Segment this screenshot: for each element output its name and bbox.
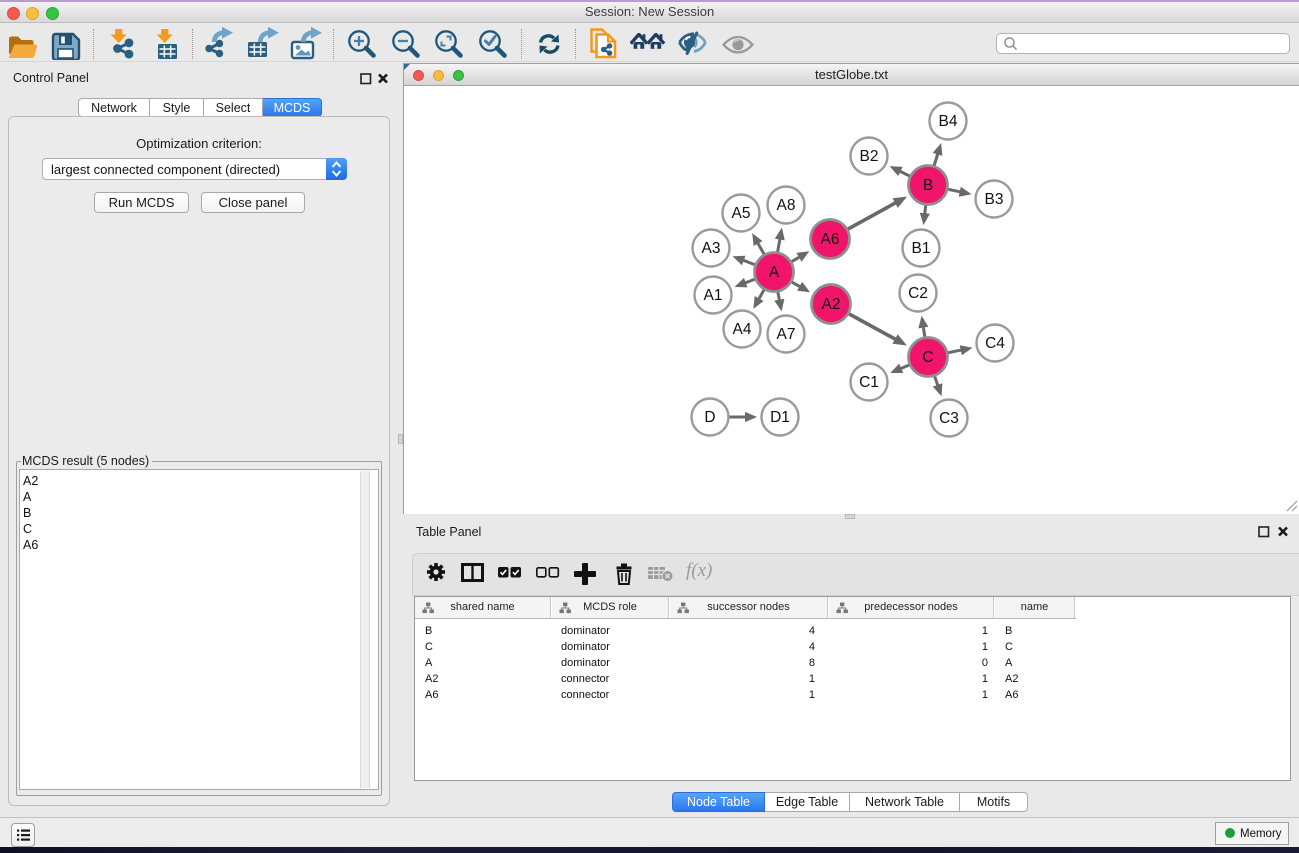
svg-text:C2: C2 [908, 285, 928, 302]
svg-text:A2: A2 [822, 296, 841, 313]
svg-text:D1: D1 [770, 409, 790, 426]
svg-text:C4: C4 [985, 335, 1005, 352]
svg-text:A3: A3 [702, 240, 721, 257]
svg-text:A7: A7 [777, 326, 796, 343]
svg-text:A: A [769, 264, 780, 281]
svg-text:C3: C3 [939, 410, 959, 427]
svg-text:B3: B3 [985, 191, 1004, 208]
svg-text:A4: A4 [733, 321, 752, 338]
svg-text:A5: A5 [732, 205, 751, 222]
svg-text:D: D [704, 409, 715, 426]
svg-text:B1: B1 [912, 240, 931, 257]
svg-text:B2: B2 [860, 148, 879, 165]
svg-text:A1: A1 [704, 287, 723, 304]
svg-text:C: C [922, 349, 933, 366]
svg-text:C1: C1 [859, 374, 879, 391]
svg-text:A8: A8 [777, 197, 796, 214]
svg-text:B: B [923, 177, 933, 194]
svg-text:B4: B4 [939, 113, 958, 130]
svg-text:A6: A6 [821, 231, 840, 248]
